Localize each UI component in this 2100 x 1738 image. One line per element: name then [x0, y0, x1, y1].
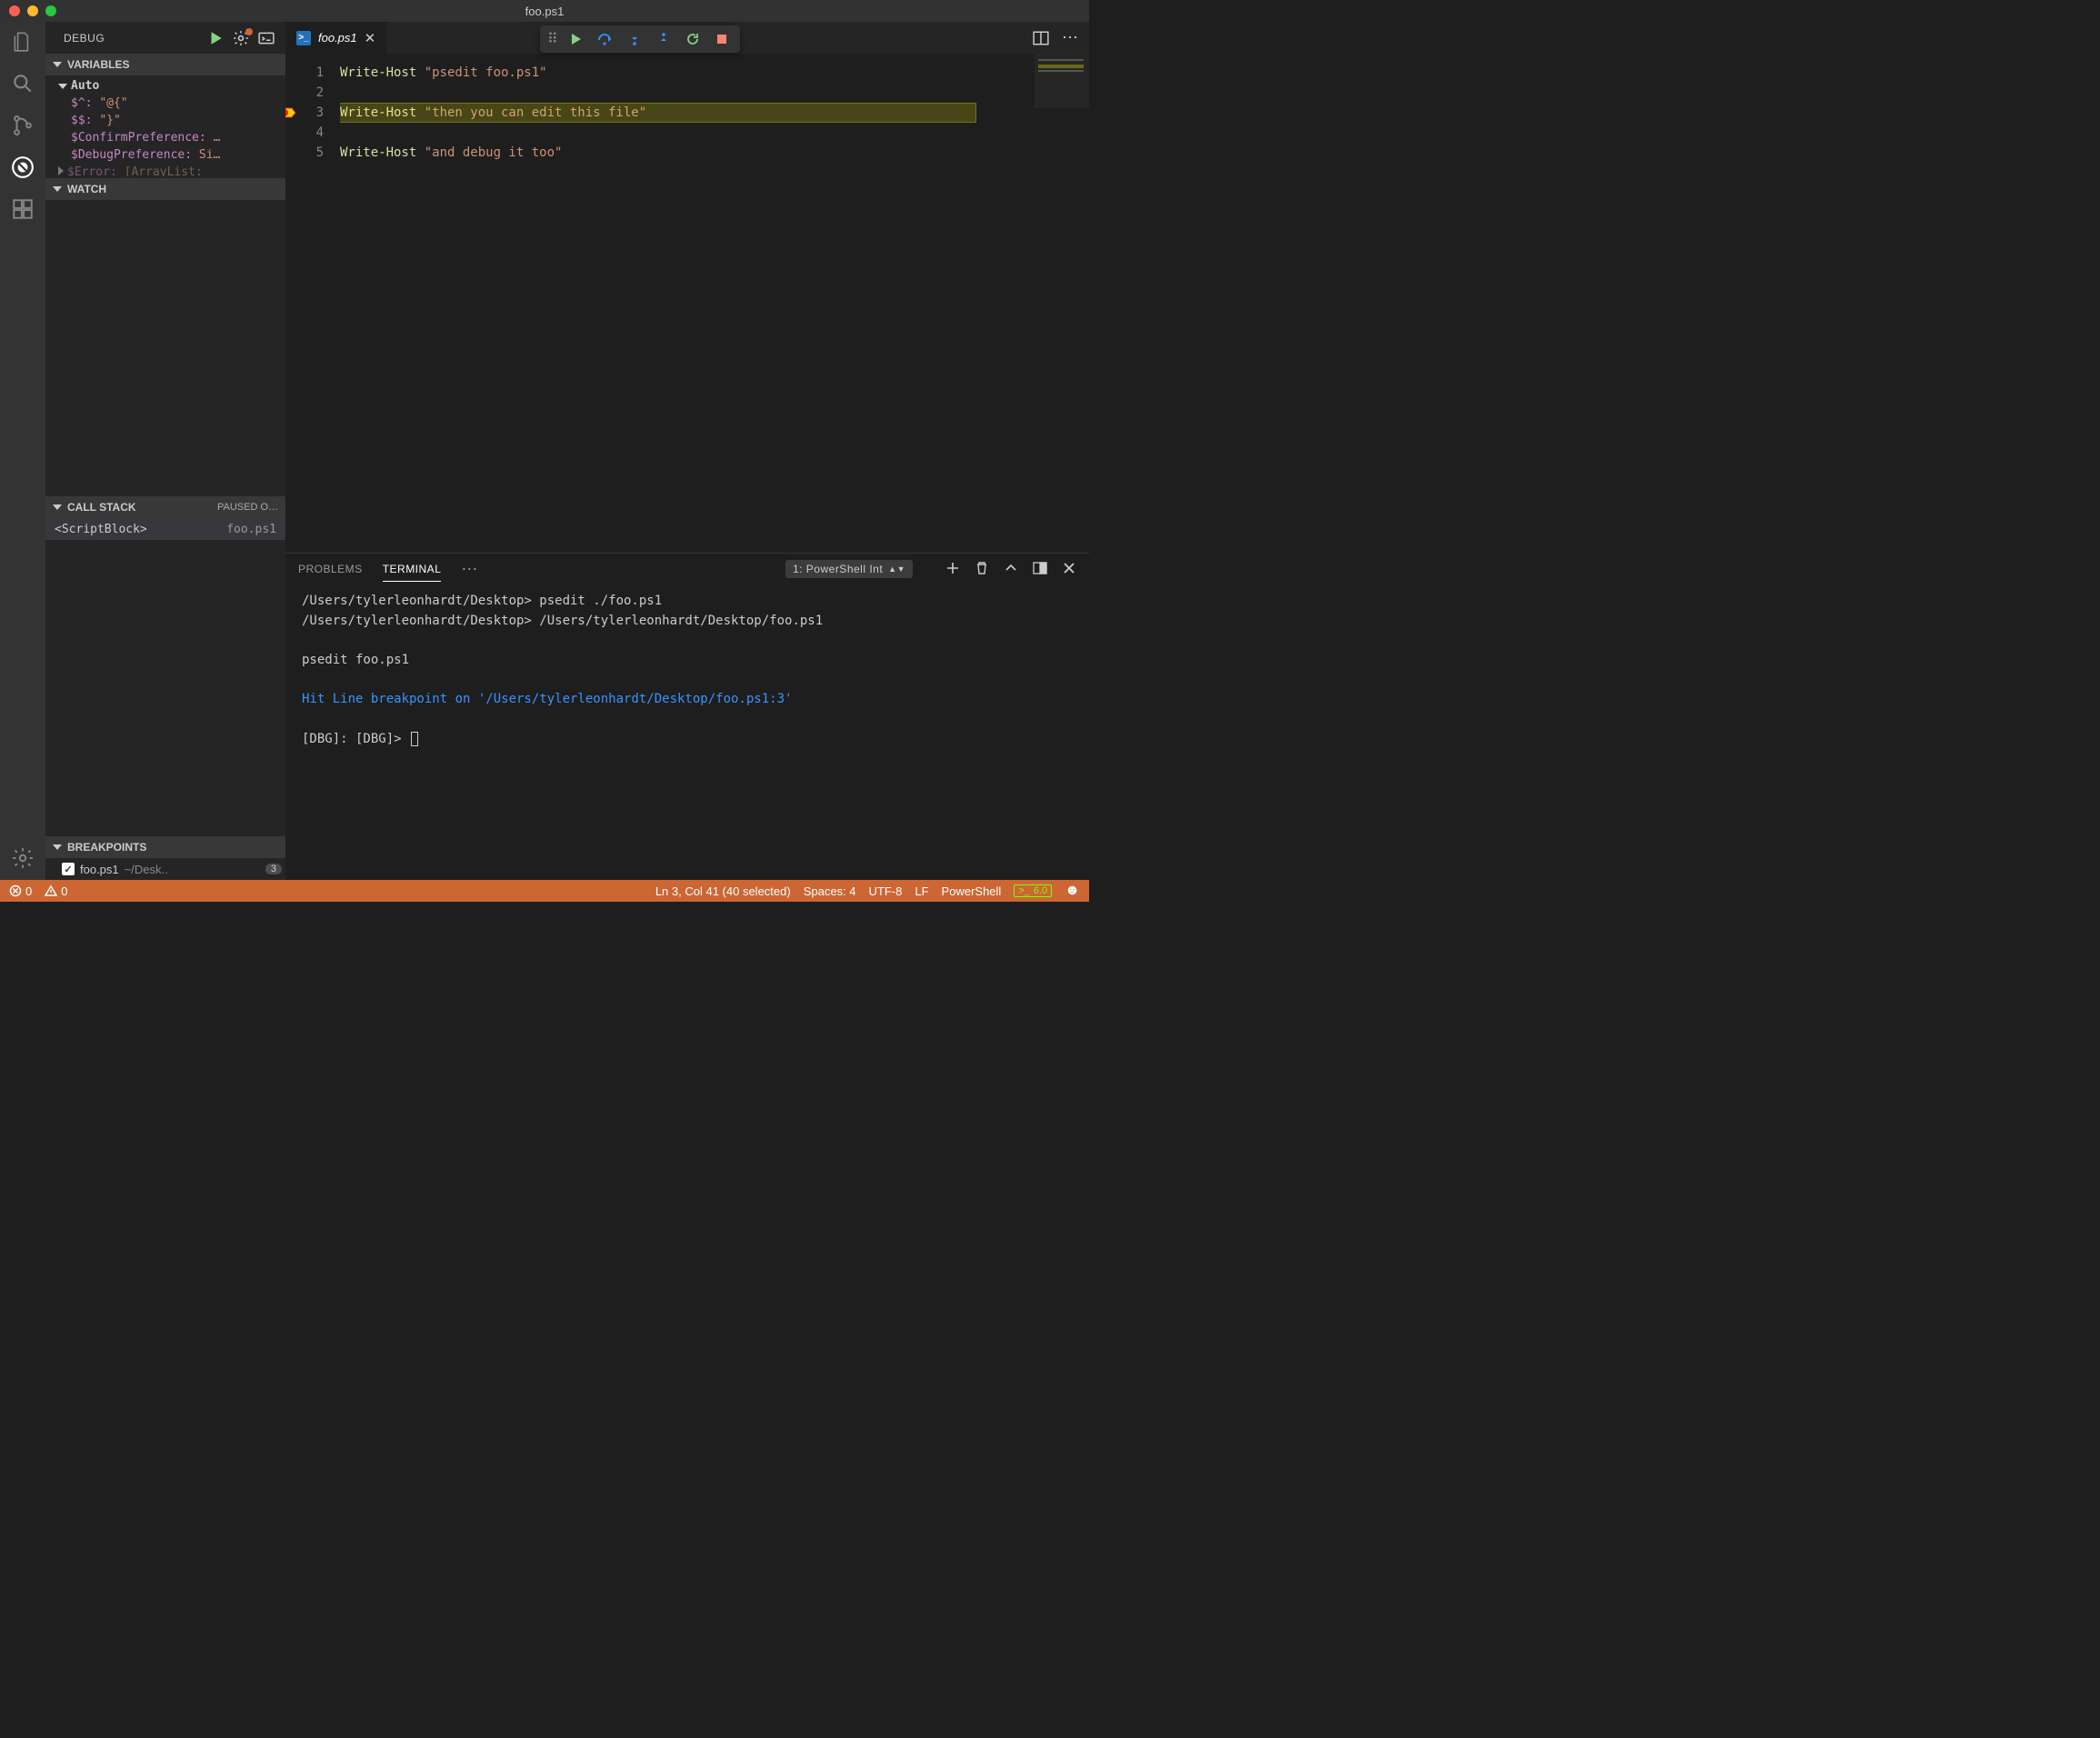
line-number: 2 — [285, 83, 324, 103]
debug-title: DEBUG — [64, 32, 105, 45]
editor-tab[interactable]: >_ foo.ps1 ✕ — [285, 22, 387, 54]
explorer-icon[interactable] — [10, 29, 35, 55]
step-out-button[interactable] — [651, 26, 676, 52]
terminal-line — [302, 710, 1073, 730]
window-title: foo.ps1 — [0, 5, 1089, 18]
status-feedback-icon[interactable]: ☻ — [1065, 883, 1080, 899]
step-into-button[interactable] — [622, 26, 647, 52]
terminal-output[interactable]: /Users/tylerleonhardt/Desktop> psedit ./… — [285, 584, 1089, 880]
variable-scope[interactable]: Auto — [45, 77, 285, 95]
status-errors[interactable]: 0 — [9, 884, 32, 898]
breakpoint-item[interactable]: ✓ foo.ps1 ~/Desk.. 3 — [45, 858, 285, 880]
breakpoint-checkbox[interactable]: ✓ — [62, 863, 75, 875]
debug-toolbar: ⠿ — [540, 25, 740, 53]
variable-row[interactable]: $^: "@{" — [45, 95, 285, 112]
split-editor-button[interactable] — [1033, 30, 1049, 46]
search-icon[interactable] — [10, 71, 35, 96]
status-bar: 0 0 Ln 3, Col 41 (40 selected) Spaces: 4… — [0, 880, 1089, 902]
minimap[interactable] — [1035, 54, 1089, 553]
window-zoom-button[interactable] — [45, 5, 56, 16]
code-line[interactable]: Write-Host "and debug it too" — [340, 143, 1035, 163]
terminal-line: [DBG]: [DBG]> — [302, 730, 1073, 750]
status-cursor-position[interactable]: Ln 3, Col 41 (40 selected) — [655, 884, 791, 898]
status-encoding[interactable]: UTF-8 — [869, 884, 903, 898]
breakpoint-current-icon[interactable] — [285, 105, 296, 120]
terminal-tab[interactable]: TERMINAL — [383, 557, 442, 582]
restart-button[interactable] — [680, 26, 705, 52]
status-indentation[interactable]: Spaces: 4 — [804, 884, 856, 898]
tab-close-button[interactable]: ✕ — [365, 30, 376, 46]
close-panel-button[interactable] — [1062, 561, 1076, 578]
code-line[interactable]: Write-Host "psedit foo.ps1" — [340, 63, 1035, 83]
activity-bar — [0, 22, 45, 880]
window-close-button[interactable] — [9, 5, 20, 16]
status-eol[interactable]: LF — [915, 884, 928, 898]
debug-console-button[interactable] — [258, 30, 275, 46]
code-line[interactable] — [340, 123, 1035, 143]
bottom-panel: PROBLEMS TERMINAL ⋯ 1: PowerShell Int▲▼ … — [285, 553, 1089, 880]
variable-row[interactable]: $$: "}" — [45, 112, 285, 129]
terminal-selector[interactable]: 1: PowerShell Int▲▼ — [785, 560, 913, 578]
status-powershell-version[interactable]: >_6.0 — [1014, 884, 1052, 897]
debug-sidebar: DEBUG VARIABLES Auto $^: "@{"$$: "}"$Con… — [45, 22, 285, 880]
start-debug-button[interactable] — [207, 30, 224, 46]
kill-terminal-button[interactable] — [975, 561, 989, 578]
continue-button[interactable] — [564, 26, 589, 52]
terminal-line — [302, 631, 1073, 651]
settings-gear-icon[interactable] — [10, 845, 35, 871]
callstack-section-header[interactable]: CALL STACK PAUSED O… — [45, 496, 285, 518]
powershell-file-icon: >_ — [296, 31, 311, 45]
callstack-frame[interactable]: <ScriptBlock> foo.ps1 — [45, 518, 285, 540]
status-warnings[interactable]: 0 — [45, 884, 67, 898]
stop-button[interactable] — [709, 26, 735, 52]
debug-config-button[interactable] — [233, 30, 249, 46]
terminal-line — [302, 671, 1073, 691]
toggle-panel-button[interactable] — [1033, 561, 1047, 578]
variable-row[interactable]: $Error: [ArrayList: — [45, 164, 285, 176]
line-number: 1 — [285, 63, 324, 83]
terminal-line: /Users/tylerleonhardt/Desktop> psedit ./… — [302, 592, 1073, 612]
new-terminal-button[interactable] — [945, 561, 960, 578]
panel-more-button[interactable]: ⋯ — [461, 560, 479, 579]
tab-label: foo.ps1 — [318, 31, 357, 45]
status-language[interactable]: PowerShell — [942, 884, 1002, 898]
terminal-line: /Users/tylerleonhardt/Desktop> /Users/ty… — [302, 612, 1073, 632]
debug-icon[interactable] — [10, 155, 35, 180]
watch-section-header[interactable]: WATCH — [45, 178, 285, 200]
code-editor[interactable]: 12345 Write-Host "psedit foo.ps1"Write-H… — [285, 54, 1089, 553]
terminal-line: Hit Line breakpoint on '/Users/tylerleon… — [302, 690, 1073, 710]
breakpoints-section-header[interactable]: BREAKPOINTS — [45, 836, 285, 858]
maximize-panel-button[interactable] — [1004, 561, 1018, 578]
code-line[interactable] — [340, 83, 1035, 103]
window-titlebar: foo.ps1 — [0, 0, 1089, 22]
more-actions-button[interactable]: ⋯ — [1062, 28, 1080, 47]
variables-section-header[interactable]: VARIABLES — [45, 54, 285, 75]
debug-toolbar-drag-handle[interactable]: ⠿ — [545, 30, 560, 48]
terminal-line: psedit foo.ps1 — [302, 651, 1073, 671]
line-number: 4 — [285, 123, 324, 143]
extensions-icon[interactable] — [10, 196, 35, 222]
problems-tab[interactable]: PROBLEMS — [298, 557, 363, 581]
variable-row[interactable]: $DebugPreference: Si… — [45, 146, 285, 164]
step-over-button[interactable] — [593, 26, 618, 52]
source-control-icon[interactable] — [10, 113, 35, 138]
variable-row[interactable]: $ConfirmPreference: … — [45, 129, 285, 146]
editor-tabbar: >_ foo.ps1 ✕ ⠿ ⋯ — [285, 22, 1089, 54]
window-minimize-button[interactable] — [27, 5, 38, 16]
line-number: 5 — [285, 143, 324, 163]
